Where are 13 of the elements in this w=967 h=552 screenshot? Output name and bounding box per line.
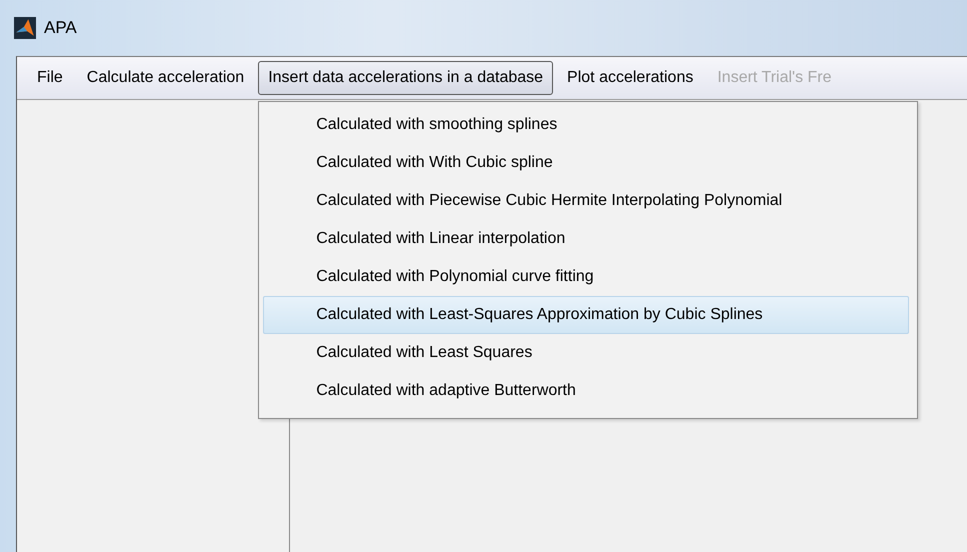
menu-item[interactable]: Calculate acceleration	[76, 61, 254, 95]
menu-option[interactable]: Calculated with With Cubic spline	[263, 144, 910, 182]
menu-option[interactable]: Calculated with Least Squares	[263, 334, 910, 372]
menu-item[interactable]: Plot accelerations	[557, 61, 704, 95]
menu-item[interactable]: File	[27, 61, 73, 95]
menu-option[interactable]: Calculated with smoothing splines	[263, 106, 910, 144]
menu-option[interactable]: Calculated with Least-Squares Approximation by Cubic Splines	[263, 296, 910, 334]
menu-option[interactable]: Calculated with Piecewise Cubic Hermite Interpolating Polynomial	[263, 182, 910, 220]
window-title: APA	[44, 18, 77, 38]
menu-option[interactable]: Calculated with adaptive Butterworth	[263, 372, 910, 410]
menu-item[interactable]: Insert data accelerations in a database	[258, 61, 554, 95]
menu-option[interactable]: Calculated with Polynomial curve fitting	[263, 258, 910, 296]
menu-option[interactable]: Calculated with Linear interpolation	[263, 220, 910, 258]
